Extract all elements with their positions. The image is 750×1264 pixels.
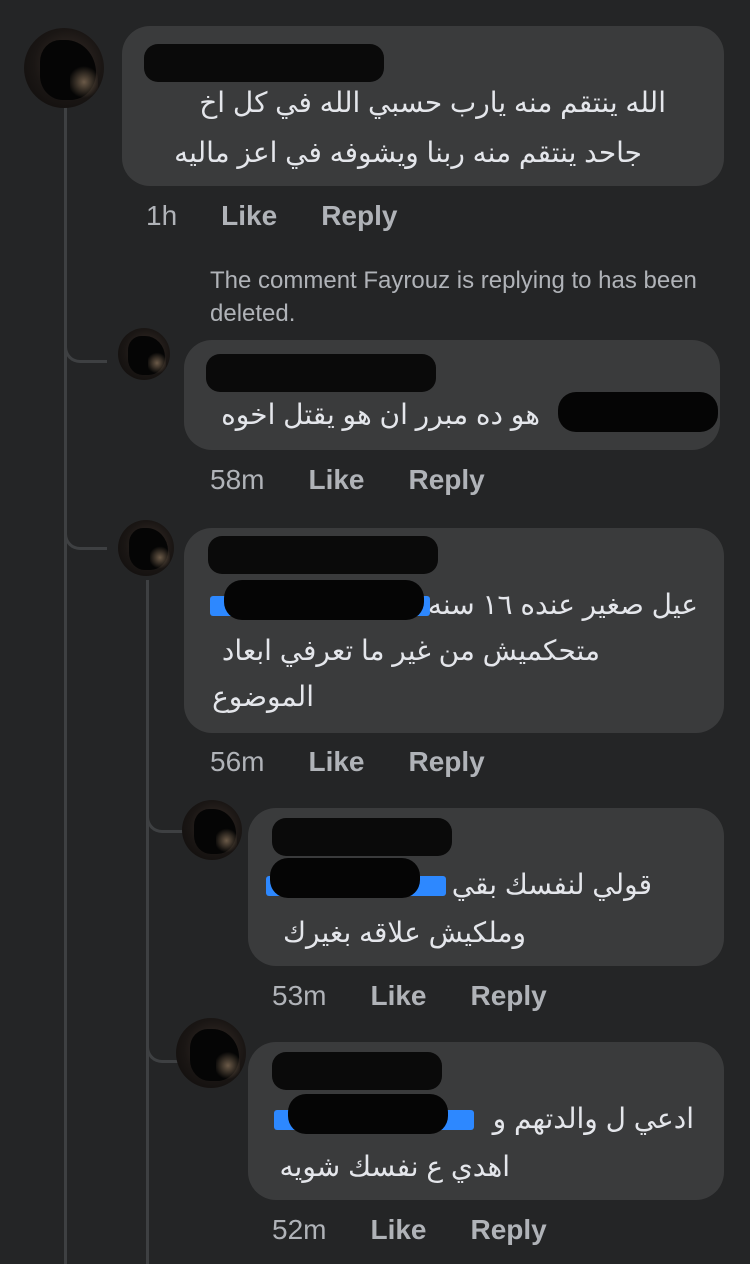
commenter-name-redacted[interactable] [272, 818, 452, 856]
comment-text: ادعي ل والدتهم و [492, 1103, 694, 1134]
comment-time: 1h [146, 200, 178, 231]
deleted-comment-notice: The comment Fayrouz is replying to has b… [210, 267, 697, 327]
comment-time: 53m [272, 980, 327, 1011]
avatar[interactable] [24, 28, 104, 108]
commenter-name-redacted[interactable] [144, 44, 384, 82]
comment-thread: الله ينتقم منه يارب حسبي الله في كل اخ ج… [0, 0, 750, 1264]
thread-line-nested [146, 580, 149, 1264]
comment-text: وملكيش علاقه بغيرك [282, 917, 526, 948]
comment-actions: 1h Like Reply [146, 200, 397, 232]
like-button[interactable]: Like [370, 1214, 426, 1246]
reply-button[interactable]: Reply [321, 200, 397, 232]
comment-time: 56m [210, 746, 265, 777]
comment-text: عيل صغير عنده ١٦ سنه [427, 589, 698, 620]
comment-bubble: هو ده مبرر ان هو يقتل اخوه [184, 340, 720, 450]
comment-bubble: قولي لنفسك بقي وملكيش علاقه بغيرك [248, 808, 724, 966]
reply-button[interactable]: Reply [471, 980, 547, 1012]
like-button[interactable]: Like [308, 746, 364, 778]
commenter-name-redacted[interactable] [272, 1052, 442, 1090]
comment-text: اهدي ع نفسك شويه [279, 1151, 510, 1182]
mention-redacted[interactable] [288, 1094, 448, 1134]
avatar[interactable] [118, 520, 174, 576]
comment-text: الله ينتقم منه يارب حسبي الله في كل اخ [199, 87, 666, 118]
mention-redacted[interactable] [224, 580, 424, 620]
comment-text: قولي لنفسك بقي [451, 869, 652, 900]
comment-actions: 53m Like Reply [272, 980, 547, 1012]
mention-redacted[interactable] [558, 392, 718, 432]
mention-redacted[interactable] [270, 858, 420, 898]
thread-connector [64, 515, 107, 550]
comment-actions: 52m Like Reply [272, 1214, 547, 1246]
commenter-name-redacted[interactable] [208, 536, 438, 574]
reply-button[interactable]: Reply [409, 746, 485, 778]
commenter-name-redacted[interactable] [206, 354, 436, 392]
like-button[interactable]: Like [370, 980, 426, 1012]
like-button[interactable]: Like [221, 200, 277, 232]
comment-time: 52m [272, 1214, 327, 1245]
comment-text: الموضوع [212, 681, 314, 712]
avatar[interactable] [182, 800, 242, 860]
comment-text: متحكميش من غير ما تعرفي ابعاد [221, 635, 600, 666]
comment-text: جاحد ينتقم منه ربنا ويشوفه في اعز ماليه [174, 137, 642, 168]
avatar[interactable] [176, 1018, 246, 1088]
comment-actions: 56m Like Reply [210, 746, 485, 778]
thread-connector [146, 800, 187, 833]
comment-time: 58m [210, 464, 265, 495]
reply-button[interactable]: Reply [409, 464, 485, 496]
comment-bubble: الله ينتقم منه يارب حسبي الله في كل اخ ج… [122, 26, 724, 186]
comment-bubble: عيل صغير عنده ١٦ سنه متحكميش من غير ما ت… [184, 528, 724, 733]
avatar[interactable] [118, 328, 170, 380]
like-button[interactable]: Like [308, 464, 364, 496]
comment-bubble: ادعي ل والدتهم و اهدي ع نفسك شويه [248, 1042, 724, 1200]
thread-connector [64, 330, 107, 363]
thread-line-main [64, 105, 67, 1264]
reply-button[interactable]: Reply [471, 1214, 547, 1246]
comment-actions: 58m Like Reply [210, 464, 485, 496]
comment-text: هو ده مبرر ان هو يقتل اخوه [221, 399, 540, 430]
